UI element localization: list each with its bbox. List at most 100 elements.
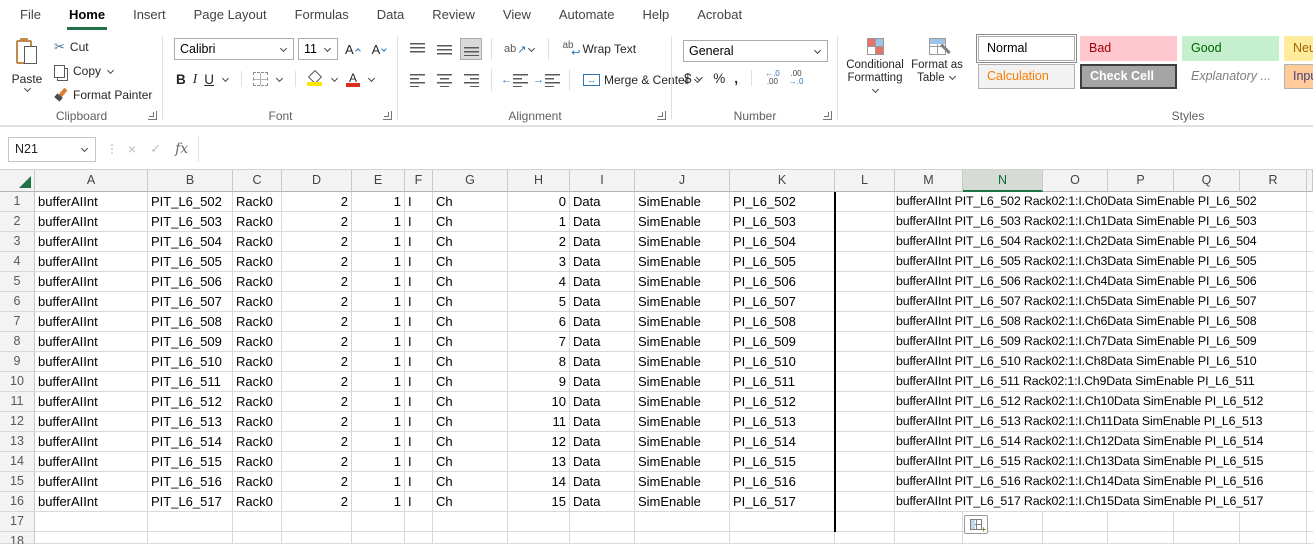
- cell-L12[interactable]: [835, 412, 895, 432]
- cell-E13[interactable]: 1: [352, 432, 405, 452]
- cell-C8[interactable]: Rack0: [233, 332, 282, 352]
- cell-E11[interactable]: 1: [352, 392, 405, 412]
- underline-button[interactable]: U: [204, 72, 214, 87]
- row-header-9[interactable]: 9: [0, 352, 35, 372]
- cell-D7[interactable]: 2: [282, 312, 352, 332]
- cell-I6[interactable]: Data: [570, 292, 635, 312]
- cell-J10[interactable]: SimEnable: [635, 372, 730, 392]
- cell-L2[interactable]: [835, 212, 895, 232]
- clipboard-dialog-launcher-icon[interactable]: [148, 111, 157, 120]
- cell-G3[interactable]: Ch: [433, 232, 508, 252]
- cell-C16[interactable]: Rack0: [233, 492, 282, 512]
- row-header-15[interactable]: 15: [0, 472, 35, 492]
- cell-F14[interactable]: I: [405, 452, 433, 472]
- conditional-formatting-button[interactable]: Conditional Formatting: [844, 32, 906, 98]
- spill-text-row-11[interactable]: bufferAIInt PIT_L6_512 Rack02:1:I.Ch10Da…: [896, 392, 1306, 411]
- cell-E10[interactable]: 1: [352, 372, 405, 392]
- spill-text-row-6[interactable]: bufferAIInt PIT_L6_507 Rack02:1:I.Ch5Dat…: [896, 292, 1306, 311]
- cell-L16[interactable]: [835, 492, 895, 512]
- cell-B16[interactable]: PIT_L6_517: [148, 492, 233, 512]
- fill-color-chevron-icon[interactable]: [330, 74, 339, 82]
- percent-style-button[interactable]: %: [713, 71, 725, 86]
- cell-F5[interactable]: I: [405, 272, 433, 292]
- cell-J9[interactable]: SimEnable: [635, 352, 730, 372]
- row-header-11[interactable]: 11: [0, 392, 35, 412]
- cell-B4[interactable]: PIT_L6_505: [148, 252, 233, 272]
- cell-G5[interactable]: Ch: [433, 272, 508, 292]
- spill-text-row-1[interactable]: bufferAIInt PIT_L6_502 Rack02:1:I.Ch0Dat…: [896, 192, 1306, 211]
- cell-I4[interactable]: Data: [570, 252, 635, 272]
- column-header-H[interactable]: H: [508, 170, 570, 192]
- cell-K10[interactable]: PI_L6_511: [730, 372, 835, 392]
- cell-R18[interactable]: [1240, 532, 1307, 544]
- cell-A3[interactable]: bufferAIInt: [35, 232, 148, 252]
- cell-A17[interactable]: [35, 512, 148, 532]
- cell-C11[interactable]: Rack0: [233, 392, 282, 412]
- cell-P17[interactable]: [1108, 512, 1174, 532]
- cell-H6[interactable]: 5: [508, 292, 570, 312]
- cell-C2[interactable]: Rack0: [233, 212, 282, 232]
- style-good[interactable]: Good: [1182, 36, 1279, 61]
- cell-I5[interactable]: Data: [570, 272, 635, 292]
- cell-J6[interactable]: SimEnable: [635, 292, 730, 312]
- cell-D11[interactable]: 2: [282, 392, 352, 412]
- spill-text-row-16[interactable]: bufferAIInt PIT_L6_517 Rack02:1:I.Ch15Da…: [896, 492, 1306, 511]
- cell-B10[interactable]: PIT_L6_511: [148, 372, 233, 392]
- cell-I15[interactable]: Data: [570, 472, 635, 492]
- cell-C9[interactable]: Rack0: [233, 352, 282, 372]
- cell-I7[interactable]: Data: [570, 312, 635, 332]
- spill-text-row-15[interactable]: bufferAIInt PIT_L6_516 Rack02:1:I.Ch14Da…: [896, 472, 1306, 491]
- column-header-K[interactable]: K: [730, 170, 835, 192]
- format-as-table-button[interactable]: Format as Table: [908, 32, 966, 85]
- cell-E4[interactable]: 1: [352, 252, 405, 272]
- cell-E17[interactable]: [352, 512, 405, 532]
- cell-B15[interactable]: PIT_L6_516: [148, 472, 233, 492]
- cell-A12[interactable]: bufferAIInt: [35, 412, 148, 432]
- cell-L1[interactable]: [835, 192, 895, 212]
- copy-button[interactable]: Copy: [54, 59, 152, 83]
- cell-H5[interactable]: 4: [508, 272, 570, 292]
- cell-G4[interactable]: Ch: [433, 252, 508, 272]
- font-color-button[interactable]: A: [346, 71, 360, 87]
- cell-A11[interactable]: bufferAIInt: [35, 392, 148, 412]
- cell-D18[interactable]: [282, 532, 352, 544]
- italic-button[interactable]: I: [193, 71, 198, 87]
- insert-function-icon[interactable]: fx: [175, 141, 188, 157]
- cell-A4[interactable]: bufferAIInt: [35, 252, 148, 272]
- cell-K6[interactable]: PI_L6_507: [730, 292, 835, 312]
- cell-H15[interactable]: 14: [508, 472, 570, 492]
- orientation-button[interactable]: ab ↗: [501, 43, 539, 56]
- cell-I17[interactable]: [570, 512, 635, 532]
- cell-J13[interactable]: SimEnable: [635, 432, 730, 452]
- cell-H1[interactable]: 0: [508, 192, 570, 212]
- column-header-F[interactable]: F: [405, 170, 433, 192]
- increase-indent-button[interactable]: →: [533, 73, 560, 87]
- cell-D1[interactable]: 2: [282, 192, 352, 212]
- cell-F9[interactable]: I: [405, 352, 433, 372]
- formula-input[interactable]: [205, 129, 1313, 169]
- spill-text-row-13[interactable]: bufferAIInt PIT_L6_514 Rack02:1:I.Ch12Da…: [896, 432, 1306, 451]
- row-header-17[interactable]: 17: [0, 512, 35, 532]
- cell-C14[interactable]: Rack0: [233, 452, 282, 472]
- cell-G18[interactable]: [433, 532, 508, 544]
- tab-view[interactable]: View: [489, 0, 545, 30]
- cell-H12[interactable]: 11: [508, 412, 570, 432]
- spill-text-row-3[interactable]: bufferAIInt PIT_L6_504 Rack02:1:I.Ch2Dat…: [896, 232, 1306, 251]
- cell-I2[interactable]: Data: [570, 212, 635, 232]
- cell-K2[interactable]: PI_L6_503: [730, 212, 835, 232]
- cell-L6[interactable]: [835, 292, 895, 312]
- cell-H10[interactable]: 9: [508, 372, 570, 392]
- bold-button[interactable]: B: [176, 72, 186, 87]
- cell-I13[interactable]: Data: [570, 432, 635, 452]
- align-left-button[interactable]: [406, 69, 428, 91]
- cell-F10[interactable]: I: [405, 372, 433, 392]
- row-header-6[interactable]: 6: [0, 292, 35, 312]
- cell-B5[interactable]: PIT_L6_506: [148, 272, 233, 292]
- row-header-14[interactable]: 14: [0, 452, 35, 472]
- cell-E18[interactable]: [352, 532, 405, 544]
- cell-B13[interactable]: PIT_L6_514: [148, 432, 233, 452]
- cell-D6[interactable]: 2: [282, 292, 352, 312]
- column-header-J[interactable]: J: [635, 170, 730, 192]
- cell-C1[interactable]: Rack0: [233, 192, 282, 212]
- column-header-C[interactable]: C: [233, 170, 282, 192]
